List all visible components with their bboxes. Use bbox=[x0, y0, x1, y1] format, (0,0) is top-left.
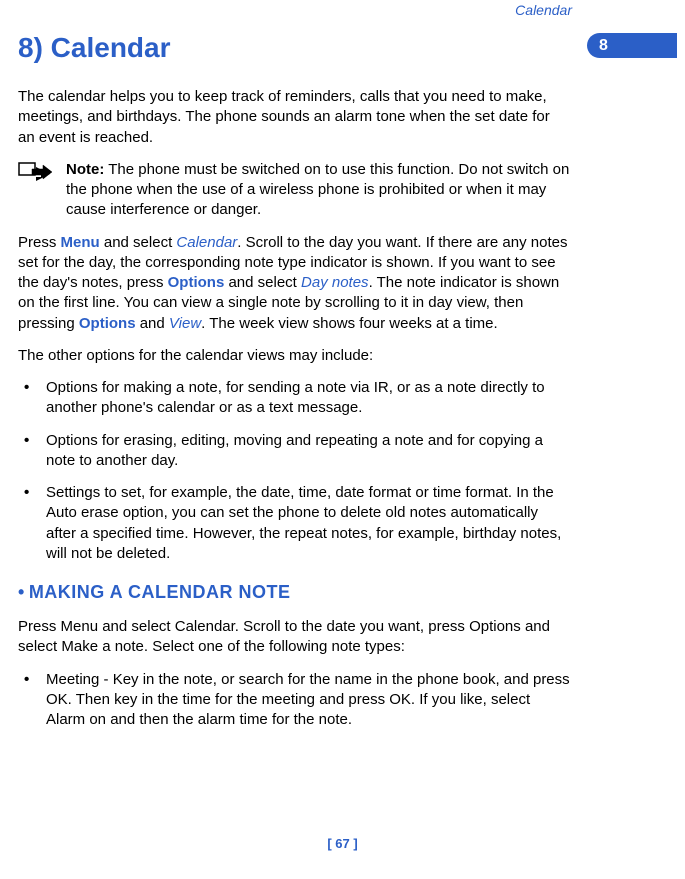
chapter-tab-number: 8 bbox=[599, 37, 608, 55]
options-intro: The other options for the calendar views… bbox=[18, 346, 570, 366]
screen-item-calendar: Calendar bbox=[176, 234, 237, 251]
chapter-title: 8) Calendar bbox=[18, 32, 570, 64]
page-content: 8) Calendar The calendar helps you to ke… bbox=[0, 0, 685, 730]
note-label: Note: bbox=[66, 161, 104, 178]
section-title: MAKING A CALENDAR NOTE bbox=[29, 582, 291, 602]
intro-paragraph: The calendar helps you to keep track of … bbox=[18, 87, 570, 148]
menu-key-label: Menu bbox=[61, 234, 100, 251]
note-body: The phone must be switched on to use thi… bbox=[66, 161, 569, 219]
screen-item-daynotes: Day notes bbox=[301, 274, 369, 291]
screen-item-view: View bbox=[169, 315, 201, 332]
note-arrow-icon bbox=[18, 162, 54, 189]
section2-intro: Press Menu and select Calendar. Scroll t… bbox=[18, 617, 570, 658]
section-bullet-icon: • bbox=[18, 582, 25, 603]
list-item: Options for making a note, for sending a… bbox=[18, 378, 570, 419]
section2-list: Meeting - Key in the note, or search for… bbox=[18, 670, 570, 731]
chapter-tab-badge: 8 bbox=[587, 33, 677, 58]
options-key-label: Options bbox=[168, 274, 225, 291]
list-item: Meeting - Key in the note, or search for… bbox=[18, 670, 570, 731]
section-heading: •MAKING A CALENDAR NOTE bbox=[18, 582, 570, 603]
list-item: Settings to set, for example, the date, … bbox=[18, 483, 570, 564]
note-block: Note: The phone must be switched on to u… bbox=[18, 160, 570, 221]
navigation-paragraph: Press Menu and select Calendar. Scroll t… bbox=[18, 233, 570, 334]
options-key-label-2: Options bbox=[79, 315, 136, 332]
options-list: Options for making a note, for sending a… bbox=[18, 378, 570, 564]
list-item: Options for erasing, editing, moving and… bbox=[18, 431, 570, 472]
page-footer: [ 67 ] bbox=[0, 836, 685, 851]
header-section-name: Calendar bbox=[515, 2, 572, 18]
note-text: Note: The phone must be switched on to u… bbox=[66, 160, 570, 221]
